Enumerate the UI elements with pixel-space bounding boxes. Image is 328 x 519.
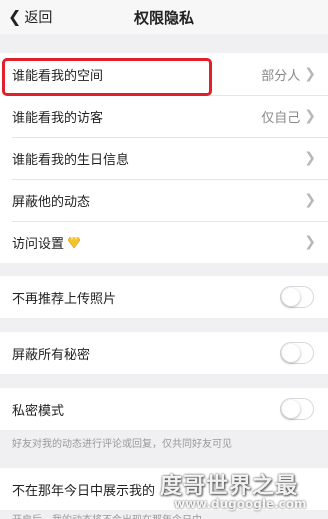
row-label: 屏蔽他的动态 bbox=[12, 194, 91, 210]
row-label: 屏蔽所有秘密 bbox=[12, 347, 91, 363]
row-block-secrets: 屏蔽所有秘密 bbox=[0, 332, 328, 374]
toggle-group-photos: 不再推荐上传照片 bbox=[0, 276, 328, 318]
row-block-feed[interactable]: 屏蔽他的动态 ❯ bbox=[0, 179, 328, 221]
row-birthday-visibility[interactable]: 谁能看我的生日信息 ❯ bbox=[0, 137, 328, 179]
page-title: 权限隐私 bbox=[133, 9, 194, 27]
row-label: 谁能看我的访客 bbox=[12, 110, 104, 126]
toggle-knob bbox=[282, 400, 300, 418]
row-space-visibility[interactable]: 谁能看我的空间 部分人 ❯ bbox=[0, 53, 328, 95]
watermark-url: www.dugoogle.com bbox=[174, 497, 307, 511]
row-label: 谁能看我的生日信息 bbox=[12, 152, 130, 168]
toggle-group-private: 私密模式 bbox=[0, 388, 328, 430]
chevron-right-icon: ❯ bbox=[304, 192, 316, 208]
chevron-right-icon: ❯ bbox=[304, 234, 316, 250]
toggle-knob bbox=[282, 288, 300, 306]
chevron-right-icon: ❯ bbox=[304, 66, 316, 82]
row-label: 谁能看我的空间 bbox=[12, 68, 104, 84]
row-access-settings[interactable]: 访问设置 ❯ bbox=[0, 221, 328, 263]
chevron-right-icon: ❯ bbox=[304, 108, 316, 124]
watermark: 度哥世界之最 www.dugoogle.com bbox=[150, 466, 328, 518]
row-private-mode: 私密模式 bbox=[0, 388, 328, 430]
privacy-list-group: 谁能看我的空间 部分人 ❯ 谁能看我的访客 仅自己 ❯ 谁能看我的生日信息 ❯ … bbox=[0, 53, 328, 263]
diamond-icon bbox=[68, 236, 81, 248]
toggle-switch[interactable] bbox=[280, 342, 314, 364]
chevron-right-icon: ❯ bbox=[304, 150, 316, 166]
row-label: 访问设置 bbox=[12, 236, 65, 252]
watermark-text: 度哥世界之最 bbox=[160, 474, 299, 499]
row-no-photo-recommend: 不再推荐上传照片 bbox=[0, 276, 328, 318]
toggle-switch[interactable] bbox=[280, 286, 314, 308]
row-value: 部分人 bbox=[261, 68, 301, 84]
navigation-bar: ❮ 返回 权限隐私 bbox=[0, 0, 328, 34]
row-value: 仅自己 bbox=[261, 110, 301, 126]
private-mode-hint: 好友对我的动态进行评论或回复，仅共同好友可见 bbox=[12, 439, 232, 450]
toggle-knob bbox=[282, 344, 300, 362]
row-visitor-visibility[interactable]: 谁能看我的访客 仅自己 ❯ bbox=[0, 95, 328, 137]
toggle-switch[interactable] bbox=[280, 398, 314, 420]
row-label: 不再推荐上传照片 bbox=[12, 291, 117, 307]
row-label: 私密模式 bbox=[12, 403, 65, 419]
toggle-group-secrets: 屏蔽所有秘密 bbox=[0, 332, 328, 374]
